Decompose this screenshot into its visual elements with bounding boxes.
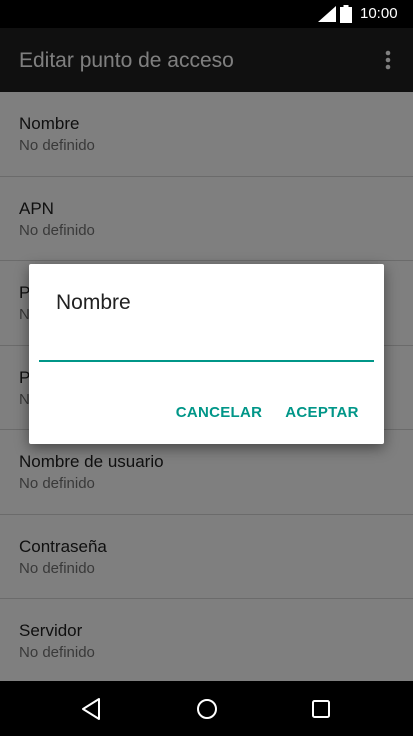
dialog-title: Nombre <box>56 291 131 314</box>
name-dialog: Nombre CANCELAR ACEPTAR <box>29 264 384 444</box>
battery-icon <box>340 5 352 23</box>
name-input[interactable] <box>39 334 374 362</box>
recents-icon[interactable] <box>306 694 336 724</box>
accept-button[interactable]: ACEPTAR <box>277 396 367 428</box>
signal-icon <box>318 6 336 22</box>
nav-bar <box>0 681 413 736</box>
status-bar: 10:00 <box>0 0 413 28</box>
status-time: 10:00 <box>360 5 398 22</box>
home-icon[interactable] <box>192 694 222 724</box>
back-icon[interactable] <box>77 694 107 724</box>
dialog-scrim-top[interactable] <box>0 28 413 92</box>
cancel-button[interactable]: CANCELAR <box>169 396 269 428</box>
screen: 10:00 Editar punto de acceso Nombre No d… <box>0 0 413 736</box>
